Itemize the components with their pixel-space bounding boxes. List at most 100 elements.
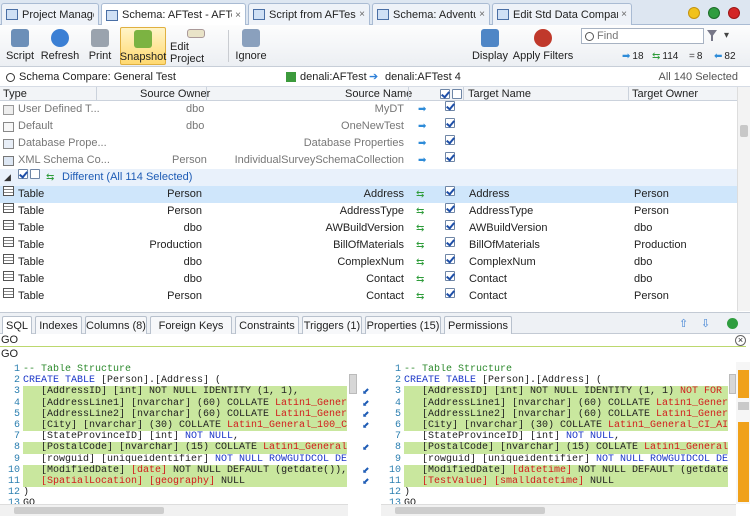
move-up-icon[interactable]: ⇧: [679, 317, 688, 330]
tab-schema-aftest[interactable]: Schema: AFTest - AFTest 4 ×: [101, 3, 246, 26]
print-button[interactable]: Print: [86, 27, 114, 65]
row-include-checkbox[interactable]: [445, 186, 455, 196]
table-row[interactable]: Table dbo ComplexNum ⇆ ComplexNum dbo: [0, 254, 737, 271]
find-box[interactable]: [581, 28, 704, 44]
grid-vertical-scrollbar[interactable]: [737, 87, 750, 311]
close-window-icon[interactable]: [728, 7, 740, 19]
tab-properties[interactable]: Properties (15): [365, 316, 441, 335]
row-include-checkbox[interactable]: [445, 152, 455, 162]
source-horizontal-scrollbar[interactable]: [0, 504, 348, 516]
row-include-checkbox[interactable]: [445, 271, 455, 281]
row-include-checkbox[interactable]: [445, 203, 455, 213]
column-target-owner[interactable]: Target Owner: [632, 87, 698, 101]
column-source-owner[interactable]: Source Owner: [140, 87, 210, 101]
source-pane-scrollbar-thumb[interactable]: [349, 374, 357, 394]
code-token: ): [23, 487, 30, 499]
group-header-different[interactable]: ◢ ⇆ Different (All 114 Selected): [0, 169, 737, 186]
table-row[interactable]: Table Production BillOfMaterials ⇆ BillOfMat…: [0, 237, 737, 254]
column-target-name[interactable]: Target Name: [468, 87, 531, 101]
refresh-button[interactable]: Refresh: [40, 27, 80, 65]
count-equal[interactable]: = 8: [689, 51, 702, 62]
left-only-arrow-icon: ➡: [418, 138, 427, 149]
close-icon[interactable]: ×: [479, 9, 485, 20]
table-row[interactable]: Table Person AddressType ⇆ AddressType Person: [0, 203, 737, 220]
find-input[interactable]: [597, 30, 697, 42]
code-line: [ModifiedDate] [date] NOT NULL DEFAULT (…: [23, 464, 347, 476]
apply-filters-button[interactable]: Apply Filters: [512, 27, 574, 65]
column-source-name[interactable]: Source Name: [345, 87, 412, 101]
code-token: CREATE TABLE: [404, 375, 483, 387]
find-options-icon[interactable]: ▾: [724, 30, 729, 41]
tab-columns[interactable]: Columns (8): [85, 316, 147, 335]
column-type[interactable]: Type: [3, 87, 27, 101]
tab-script-from-aftest[interactable]: Script from AFTes.. ×: [248, 3, 370, 25]
row-include-checkbox[interactable]: [445, 118, 455, 128]
row-include-checkbox[interactable]: [445, 288, 455, 298]
panel-options-icon[interactable]: [727, 318, 738, 329]
merge-arrow-icon[interactable]: ⬋: [362, 442, 370, 453]
target-pane-scrollbar-thumb[interactable]: [729, 374, 736, 394]
code-line: [AddressLine1] [nvarchar] (60) COLLATE L…: [404, 397, 728, 409]
lightbulb-icon[interactable]: [688, 7, 700, 19]
close-icon[interactable]: ×: [235, 10, 241, 21]
deselect-all-checkbox[interactable]: [452, 89, 462, 99]
row-include-checkbox[interactable]: [445, 220, 455, 230]
table-row[interactable]: Table Person Contact ⇆ Contact Person: [0, 288, 737, 305]
row-include-checkbox[interactable]: [445, 135, 455, 145]
close-icon[interactable]: ×: [359, 9, 365, 20]
ignore-icon: [242, 29, 260, 47]
edit-project-button[interactable]: Edit Project: [170, 27, 222, 65]
tab-triggers[interactable]: Triggers (1): [302, 316, 362, 335]
count-different[interactable]: ⇆ 114: [652, 51, 678, 62]
tab-constraints[interactable]: Constraints: [235, 316, 299, 335]
row-include-checkbox[interactable]: [445, 254, 455, 264]
tab-permissions[interactable]: Permissions: [444, 316, 512, 335]
table-row[interactable]: Table dbo AWBuildVersion ⇆ AWBuildVersion dbo: [0, 220, 737, 237]
edit-project-icon: [187, 29, 205, 38]
close-icon[interactable]: ×: [621, 9, 627, 20]
code-token: [date]: [131, 464, 168, 476]
move-down-icon[interactable]: ⇩: [701, 317, 710, 330]
row-include-checkbox[interactable]: [445, 237, 455, 247]
close-preview-icon[interactable]: ×: [735, 335, 746, 346]
table-row[interactable]: Table dbo Contact ⇆ Contact dbo: [0, 271, 737, 288]
display-button[interactable]: Display: [472, 27, 508, 65]
ignore-button[interactable]: Ignore: [234, 27, 268, 65]
tab-project-manager[interactable]: Project Manager: [1, 3, 99, 25]
scrollbar-thumb[interactable]: [740, 125, 748, 137]
tab-schema-adventure[interactable]: Schema: Adventu... ×: [372, 3, 490, 25]
merge-arrow-icon[interactable]: ⬋: [362, 409, 370, 420]
collapse-triangle-icon[interactable]: ◢: [4, 169, 11, 186]
document-tab-strip: Project Manager Schema: AFTest - AFTest …: [0, 0, 750, 26]
tab-foreign-keys[interactable]: Foreign Keys (1): [150, 316, 232, 350]
merge-arrow-icon[interactable]: ⬋: [362, 476, 370, 487]
count-left-only[interactable]: ➡ 18: [622, 51, 644, 62]
tab-edit-std-data-compare[interactable]: Edit Std Data Compare ×: [492, 3, 632, 25]
target-horizontal-scrollbar[interactable]: [381, 504, 736, 516]
group-uncheck-checkbox[interactable]: [30, 169, 40, 179]
tab-indexes[interactable]: Indexes: [35, 316, 82, 335]
table-row[interactable]: Table Person Address ⇆ Address Person: [0, 186, 737, 203]
merge-arrow-icon[interactable]: ⬋: [362, 420, 370, 431]
code-line: [StateProvinceID] [int] NOT NULL,: [404, 431, 728, 442]
count-right-only[interactable]: ⬅ 82: [714, 51, 736, 62]
row-include-checkbox[interactable]: [445, 101, 455, 111]
merge-arrow-icon[interactable]: ⬋: [362, 398, 370, 409]
script-button[interactable]: Script: [4, 27, 36, 65]
table-row[interactable]: Database Prope... Database Properties ➡: [0, 135, 737, 152]
diff-overview-ruler[interactable]: [736, 362, 750, 504]
select-all-checkbox[interactable]: [440, 89, 450, 99]
options-icon[interactable]: [708, 7, 720, 19]
table-row[interactable]: XML Schema Co... Person IndividualSurvey…: [0, 152, 737, 169]
merge-arrow-icon[interactable]: ⬋: [362, 386, 370, 397]
right-only-arrow-icon: ⬅: [714, 51, 723, 62]
group-checkbox[interactable]: [18, 169, 28, 179]
source-sql-pane[interactable]: 1 -- Table Structure 2 CREATE TABLE [Person…: [0, 362, 348, 504]
line-number: 4: [394, 397, 401, 409]
tab-sql[interactable]: SQL: [2, 316, 32, 336]
snapshot-button[interactable]: Snapshot: [120, 27, 166, 65]
merge-arrow-icon[interactable]: ⬋: [362, 465, 370, 476]
table-row[interactable]: Default dbo OneNewTest ➡: [0, 118, 737, 135]
table-row[interactable]: User Defined T... dbo MyDT ➡: [0, 101, 737, 118]
target-sql-pane[interactable]: 1 -- Table Structure 2 CREATE TABLE [Person…: [381, 362, 729, 504]
